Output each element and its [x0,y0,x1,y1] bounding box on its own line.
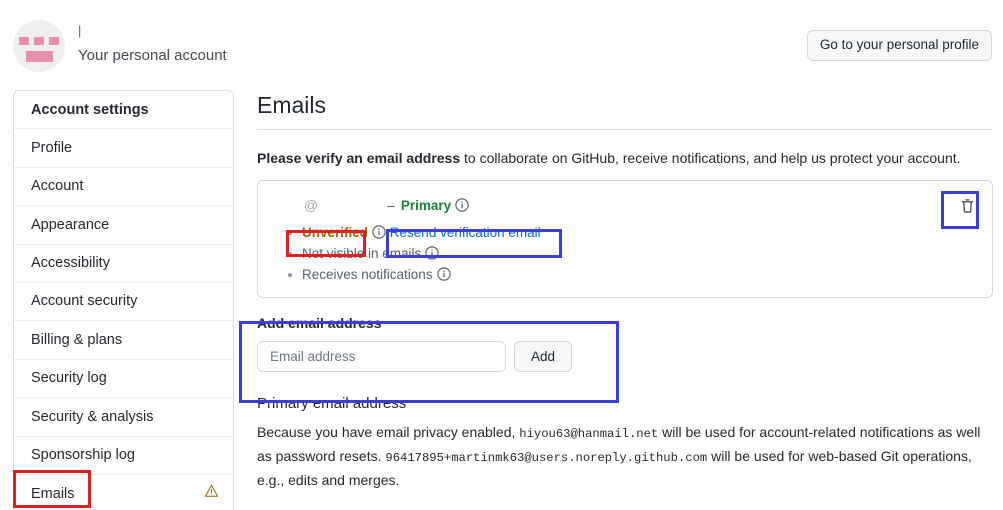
sidebar-item-account-security[interactable]: Account security [14,283,233,322]
email-address-input[interactable] [257,341,506,372]
avatar-redaction-block [49,37,59,45]
sidebar-item-label: Security log [31,370,107,387]
add-email-section: Add email address Add [257,315,993,372]
add-email-row: Add [257,341,993,372]
sidebar-item-emails[interactable]: Emails [14,475,233,510]
sidebar-item-label: Account [31,178,84,195]
email-address-redacted: @ [304,197,320,213]
avatar-redaction-block [19,37,29,45]
main-content: Emails Please verify an email address to… [257,90,993,491]
sidebar-item-label: Sponsorship log [31,447,135,464]
info-icon[interactable] [436,266,451,281]
page-title: Emails [257,92,327,118]
info-icon[interactable] [455,196,469,212]
verify-notice: Please verify an email address to collab… [257,148,993,168]
sidebar-item-appearance[interactable]: Appearance [14,206,233,245]
sidebar-item-label: Profile [31,139,73,156]
email-flag-item: Unverified Resend verification email [288,222,980,243]
sidebar-item-label: Account security [31,293,138,310]
avatar-redaction-block [26,51,53,62]
avatar-redaction-block [34,37,44,45]
primary-badge: Primary [400,198,452,213]
unverified-badge: Unverified [302,225,369,240]
account-username: | [78,23,82,38]
sidebar-item-label: Appearance [31,216,110,233]
info-icon[interactable] [425,245,439,260]
trash-icon [960,198,975,217]
email-card: @ – Primary Unverified Resend verificatio… [257,180,993,298]
sidebar-item-profile[interactable]: Profile [14,129,233,168]
sidebar-item-label: Billing & plans [31,331,123,348]
primary-email-text-1: Because you have email privacy enabled, [257,424,520,440]
verify-notice-bold: Please verify an email address [257,150,461,166]
sidebar-item-label: Emails [31,485,75,502]
warning-triangle-icon [204,475,219,510]
primary-email-description: Because you have email privacy enabled, … [257,421,987,491]
avatar [13,20,65,72]
noreply-email-address: 96417895+martinmk63@users.noreply.github… [385,451,708,465]
account-header: | Your personal account Go to your perso… [0,0,1003,82]
email-flags-list: Unverified Resend verification email Not … [270,222,980,285]
settings-sidebar: Account settings Profile Account Appearance… [13,90,234,510]
sidebar-item-security-analysis[interactable]: Security & analysis [14,398,233,437]
info-icon[interactable] [372,224,386,239]
primary-email-title: Primary email address [257,395,407,412]
sidebar-item-sponsorship-log[interactable]: Sponsorship log [14,437,233,475]
add-email-button[interactable]: Add [514,341,573,372]
account-subtitle: Your personal account [78,47,227,64]
verify-notice-rest: to collaborate on GitHub, receive notifi… [460,150,961,166]
email-address-row: @ – Primary [270,194,980,216]
go-to-personal-profile-button[interactable]: Go to your personal profile [806,30,992,61]
sidebar-item-account-settings: Account settings [14,91,233,130]
email-flag-item: Not visible in emails [288,243,980,264]
sidebar-item-billing-plans[interactable]: Billing & plans [14,321,233,360]
sidebar-item-security-log[interactable]: Security log [14,360,233,399]
page-root: | Your personal account Go to your perso… [0,0,1003,510]
email-flag-label: Receives notifications [302,267,433,282]
sidebar-item-label: Accessibility [31,255,110,272]
primary-email-address: hiyou63@hanmail.net [519,427,659,441]
email-flag-label: Not visible in emails [302,246,422,261]
sidebar-item-label: Account settings [31,101,149,118]
add-email-title: Add email address [257,315,382,331]
resend-verification-email-link[interactable]: Resend verification email [390,225,541,240]
email-flag-item: Receives notifications [288,264,980,285]
sidebar-item-account[interactable]: Account [14,168,233,207]
sidebar-item-accessibility[interactable]: Accessibility [14,245,233,283]
email-separator-dash: – [387,197,395,213]
delete-email-button[interactable] [954,194,980,220]
sidebar-item-label: Security & analysis [31,408,154,425]
title-divider [257,129,993,130]
